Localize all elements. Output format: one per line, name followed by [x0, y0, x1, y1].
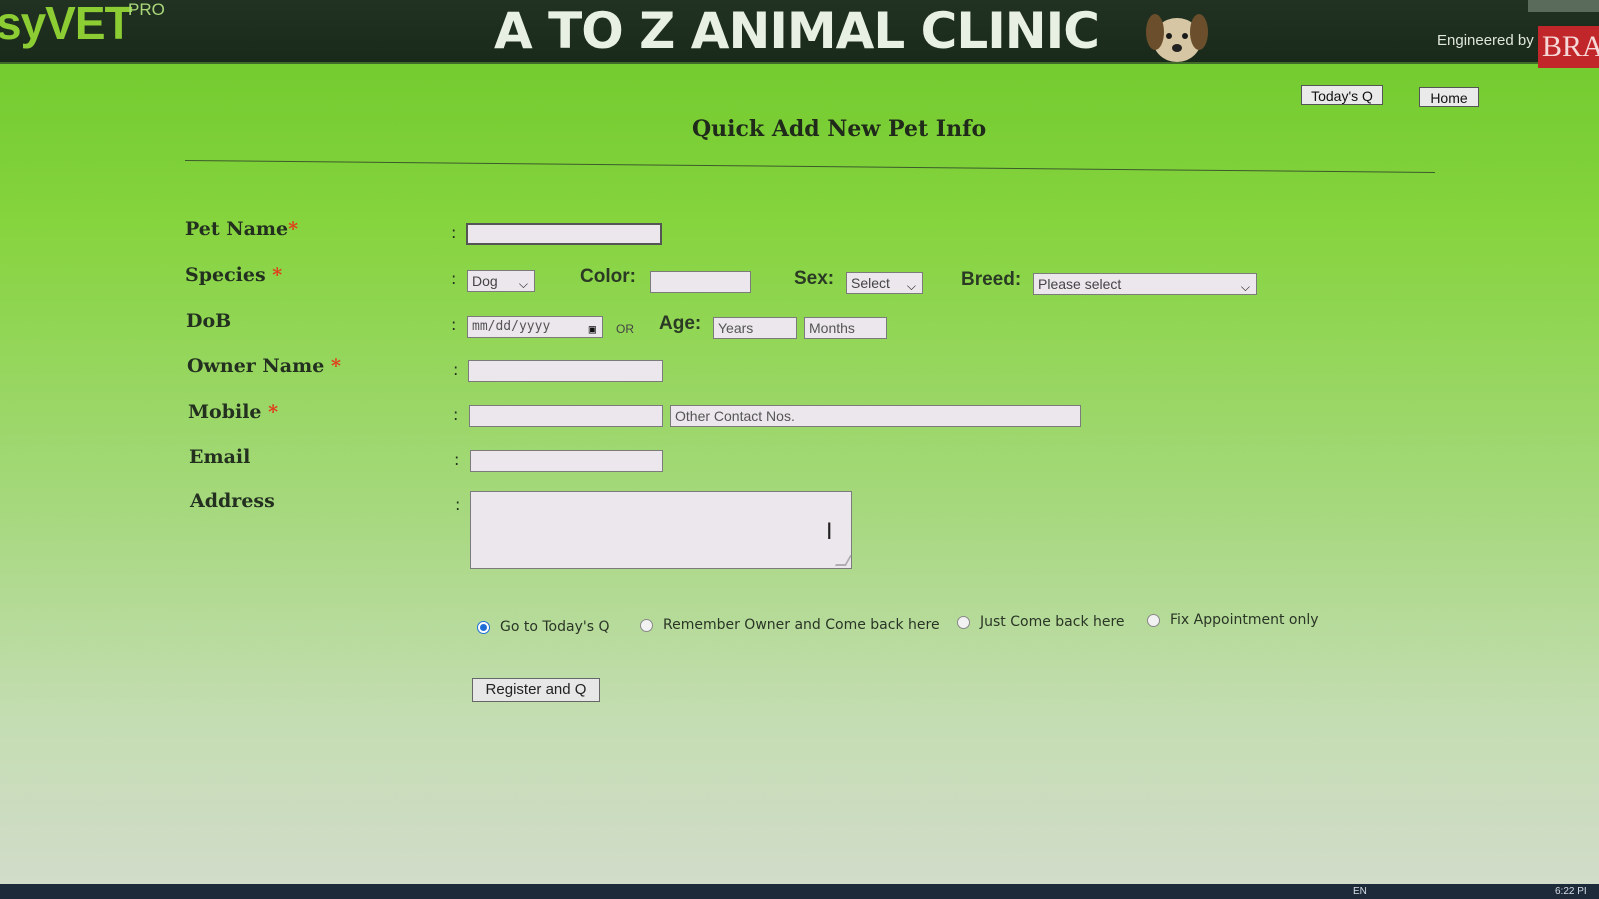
radio-just-come-back[interactable]: Just Come back here: [957, 614, 1125, 630]
colon: :: [455, 495, 461, 514]
address-textarea[interactable]: I: [470, 491, 853, 569]
radio-button[interactable]: [640, 618, 653, 632]
owner-name-input[interactable]: [468, 360, 663, 382]
brand-logo: BRAIN: [1538, 26, 1599, 68]
radio-fix-appointment[interactable]: Fix Appointment only: [1147, 612, 1319, 628]
species-selected: Dog: [472, 273, 498, 289]
breed-label: Breed:: [961, 269, 1022, 290]
resize-handle[interactable]: [834, 555, 853, 566]
radio-label: Fix Appointment only: [1170, 612, 1319, 628]
radio-button[interactable]: [957, 615, 970, 629]
home-button[interactable]: Home: [1419, 87, 1479, 107]
age-months-input[interactable]: Months: [804, 317, 887, 339]
required-mark: *: [268, 401, 279, 423]
colon: :: [451, 315, 457, 334]
address-label: Address: [190, 490, 275, 512]
sex-selected: Select: [851, 275, 890, 291]
species-label: Species *: [185, 264, 282, 286]
app-header: syVET PRO A TO Z ANIMAL CLINIC Engineere…: [0, 0, 1599, 68]
radio-remember-owner[interactable]: Remember Owner and Come back here: [640, 617, 940, 633]
or-text: OR: [616, 322, 634, 336]
sex-label: Sex:: [794, 268, 835, 289]
colon: :: [453, 360, 459, 379]
owner-name-label-text: Owner Name: [187, 355, 325, 377]
color-input[interactable]: [650, 271, 751, 293]
calendar-icon[interactable]: ▣: [589, 319, 596, 337]
window-controls[interactable]: [1528, 0, 1599, 12]
pet-name-input[interactable]: [466, 223, 662, 245]
dog-icon: [1146, 14, 1208, 62]
app-logo: syVET: [0, 0, 133, 49]
required-mark: *: [272, 264, 283, 286]
mobile-label-text: Mobile: [188, 401, 262, 423]
sex-select[interactable]: Select ⌵: [846, 272, 923, 294]
colon: :: [454, 450, 460, 469]
owner-name-label: Owner Name *: [187, 355, 341, 377]
email-label: Email: [189, 446, 251, 468]
dob-label: DoB: [186, 310, 232, 332]
tray-clock[interactable]: 6:22 PI: [1555, 886, 1587, 897]
app-logo-suffix: PRO: [128, 0, 165, 19]
radio-button[interactable]: [477, 620, 490, 634]
dob-placeholder: mm/dd/yyyy: [472, 319, 551, 334]
pet-name-label-text: Pet Name: [185, 218, 289, 240]
mobile-input[interactable]: [469, 405, 663, 427]
species-label-text: Species: [185, 264, 266, 286]
chevron-down-icon: ⌵: [518, 277, 528, 291]
page-title: Quick Add New Pet Info: [692, 116, 987, 142]
other-contact-input[interactable]: Other Contact Nos.: [670, 405, 1081, 427]
mobile-label: Mobile *: [188, 401, 278, 423]
register-and-q-button[interactable]: Register and Q: [472, 678, 600, 702]
radio-label: Remember Owner and Come back here: [663, 617, 940, 633]
required-mark: *: [330, 355, 341, 377]
age-label: Age:: [659, 313, 702, 334]
chevron-down-icon: ⌵: [906, 279, 916, 293]
radio-button[interactable]: [1147, 613, 1160, 627]
color-label: Color:: [580, 266, 636, 287]
radio-label: Go to Today's Q: [500, 619, 610, 635]
radio-label: Just Come back here: [980, 614, 1125, 630]
colon: :: [451, 269, 457, 288]
breed-select[interactable]: Please select ⌵: [1033, 273, 1257, 295]
colon: :: [453, 405, 459, 424]
todays-q-button[interactable]: Today's Q: [1301, 85, 1383, 105]
colon: :: [451, 223, 457, 242]
email-input[interactable]: [470, 450, 663, 472]
breed-selected: Please select: [1038, 276, 1122, 292]
required-mark: *: [288, 218, 299, 240]
pet-name-label: Pet Name*: [185, 218, 298, 240]
tray-language[interactable]: EN: [1353, 886, 1367, 897]
chevron-down-icon: ⌵: [1240, 280, 1250, 294]
dob-input[interactable]: mm/dd/yyyy ▣: [467, 316, 603, 338]
brand-logo-text: BRAIN: [1542, 30, 1599, 63]
text-cursor-icon: I: [826, 520, 833, 545]
age-years-input[interactable]: Years: [713, 317, 797, 339]
engineered-by-text: Engineered by: [1437, 32, 1534, 49]
clinic-name: A TO Z ANIMAL CLINIC: [494, 2, 1100, 60]
title-divider: [184, 160, 1435, 173]
radio-go-to-todays-q[interactable]: Go to Today's Q: [477, 619, 609, 635]
species-select[interactable]: Dog ⌵: [467, 270, 535, 292]
